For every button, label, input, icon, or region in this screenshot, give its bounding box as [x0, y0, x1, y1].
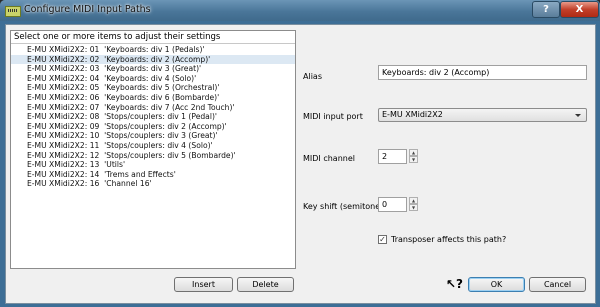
list-header-label: Select one or more items to adjust their…: [14, 32, 221, 42]
spin-down-icon[interactable]: ▼: [409, 156, 418, 163]
midi-path-list[interactable]: Select one or more items to adjust their…: [10, 30, 296, 269]
cancel-button[interactable]: Cancel: [529, 277, 586, 292]
alias-input[interactable]: Keyboards: div 2 (Accomp): [378, 65, 587, 80]
list-item[interactable]: E-MU XMidi2X2: 03 'Keyboards: div 3 (Gre…: [11, 64, 295, 74]
midi-channel-label: MIDI channel: [303, 154, 355, 163]
list-item[interactable]: E-MU XMidi2X2: 09 'Stops/couplers: div 2…: [11, 122, 295, 132]
key-shift-stepper[interactable]: ▲ ▼: [409, 197, 418, 212]
midi-channel-stepper[interactable]: ▲ ▼: [409, 149, 418, 164]
list-item[interactable]: E-MU XMidi2X2: 07 'Keyboards: div 7 (Acc…: [11, 103, 295, 113]
list-header: Select one or more items to adjust their…: [11, 31, 295, 44]
key-shift-label: Key shift (semitones): [303, 202, 388, 211]
list-item[interactable]: E-MU XMidi2X2: 08 'Stops/couplers: div 1…: [11, 112, 295, 122]
ok-button[interactable]: OK: [468, 277, 525, 292]
midi-app-icon: [5, 6, 21, 17]
alias-label: Alias: [303, 72, 322, 81]
spin-up-icon[interactable]: ▲: [409, 149, 418, 156]
list-item[interactable]: E-MU XMidi2X2: 14 'Trems and Effects': [11, 170, 295, 180]
list-item[interactable]: E-MU XMidi2X2: 04 'Keyboards: div 4 (Sol…: [11, 74, 295, 84]
list-item[interactable]: E-MU XMidi2X2: 16 'Channel 16': [11, 179, 295, 189]
list-item[interactable]: E-MU XMidi2X2: 01 'Keyboards: div 1 (Ped…: [11, 45, 295, 55]
list-item[interactable]: E-MU XMidi2X2: 11 'Stops/couplers: div 4…: [11, 141, 295, 151]
spin-up-icon[interactable]: ▲: [409, 197, 418, 204]
list-items: E-MU XMidi2X2: 01 'Keyboards: div 1 (Ped…: [11, 45, 295, 189]
list-item[interactable]: E-MU XMidi2X2: 12 'Stops/couplers: div 5…: [11, 151, 295, 161]
dialog-window: Configure MIDI Input Paths ? X Select on…: [0, 0, 600, 307]
spin-down-icon[interactable]: ▼: [409, 204, 418, 211]
transposer-checkbox[interactable]: ✓: [378, 235, 387, 244]
key-shift-input[interactable]: 0: [378, 197, 407, 212]
title-bar[interactable]: Configure MIDI Input Paths ? X: [0, 0, 600, 21]
insert-button[interactable]: Insert: [174, 277, 233, 292]
list-item-selected[interactable]: E-MU XMidi2X2: 02 'Keyboards: div 2 (Acc…: [11, 54, 295, 65]
midi-input-port-select[interactable]: E-MU XMidi2X2: [378, 108, 587, 122]
list-item[interactable]: E-MU XMidi2X2: 05 'Keyboards: div 5 (Orc…: [11, 83, 295, 93]
delete-button[interactable]: Delete: [237, 277, 294, 292]
chevron-down-icon: [575, 114, 581, 117]
help-button[interactable]: ?: [532, 1, 560, 18]
list-item[interactable]: E-MU XMidi2X2: 10 'Stops/couplers: div 3…: [11, 131, 295, 141]
list-item[interactable]: E-MU XMidi2X2: 13 'Utils': [11, 160, 295, 170]
midi-input-port-label: MIDI input port: [303, 112, 363, 121]
midi-input-port-value: E-MU XMidi2X2: [382, 110, 443, 119]
close-button[interactable]: X: [560, 1, 599, 18]
midi-channel-input[interactable]: 2: [378, 149, 407, 164]
dialog-body: Select one or more items to adjust their…: [5, 24, 596, 304]
transposer-label: Transposer affects this path?: [391, 235, 507, 244]
whats-this-icon[interactable]: ↖?: [446, 277, 463, 291]
list-item[interactable]: E-MU XMidi2X2: 06 'Keyboards: div 6 (Bom…: [11, 93, 295, 103]
window-title: Configure MIDI Input Paths: [24, 4, 151, 15]
